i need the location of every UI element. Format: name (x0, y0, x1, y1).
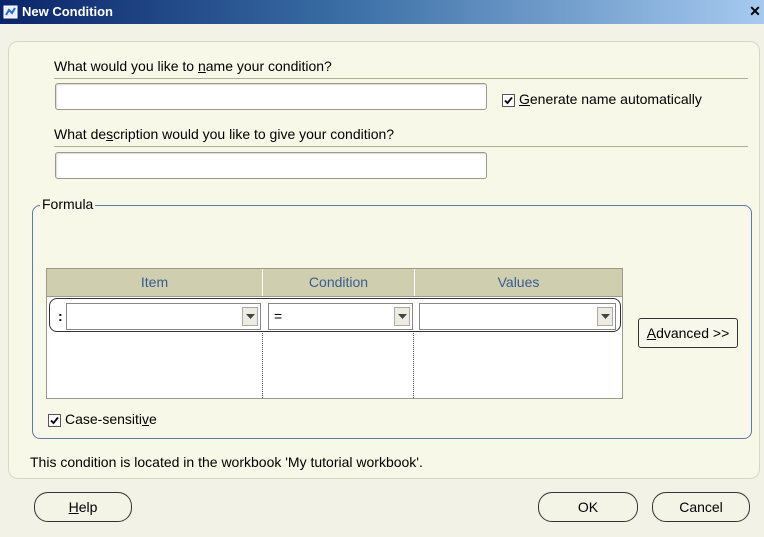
table-header: Item Condition Values (47, 269, 622, 297)
cancel-button[interactable]: Cancel (652, 492, 750, 522)
app-icon (3, 4, 19, 20)
title-bar: New Condition ✕ (0, 0, 764, 24)
divider (54, 146, 748, 147)
ok-button[interactable]: OK (538, 492, 638, 522)
case-sensitive-checkbox[interactable]: Case-sensitive (48, 411, 157, 427)
generate-name-checkbox[interactable]: Generate name automatically (502, 91, 702, 107)
column-header-condition[interactable]: Condition (263, 269, 415, 296)
divider (54, 78, 748, 79)
values-dropdown[interactable] (419, 303, 616, 330)
column-header-values[interactable]: Values (415, 269, 622, 296)
name-question: What would you like to name your conditi… (54, 58, 332, 74)
column-divider (262, 333, 263, 398)
help-button[interactable]: Help (34, 492, 132, 522)
checkbox-icon (502, 93, 515, 107)
condition-description-input[interactable] (55, 152, 487, 179)
close-icon[interactable]: ✕ (748, 3, 762, 19)
column-divider (413, 333, 414, 398)
workbook-location-text: This condition is located in the workboo… (30, 454, 423, 470)
formula-table: Item Condition Values (46, 268, 623, 399)
item-dropdown[interactable] (66, 303, 261, 330)
description-question: What description would you like to give … (54, 126, 395, 142)
checkbox-icon (48, 413, 61, 427)
advanced-button[interactable]: Advanced >> (638, 318, 738, 348)
condition-name-input[interactable] (55, 83, 487, 110)
window-title: New Condition (22, 4, 113, 19)
column-header-item[interactable]: Item (47, 269, 263, 296)
chevron-down-icon[interactable] (242, 307, 258, 326)
chevron-down-icon[interactable] (597, 307, 613, 326)
formula-legend: Formula (40, 196, 96, 212)
condition-dropdown[interactable]: = (268, 303, 413, 330)
row-marker: : (58, 308, 63, 324)
chevron-down-icon[interactable] (394, 307, 410, 326)
